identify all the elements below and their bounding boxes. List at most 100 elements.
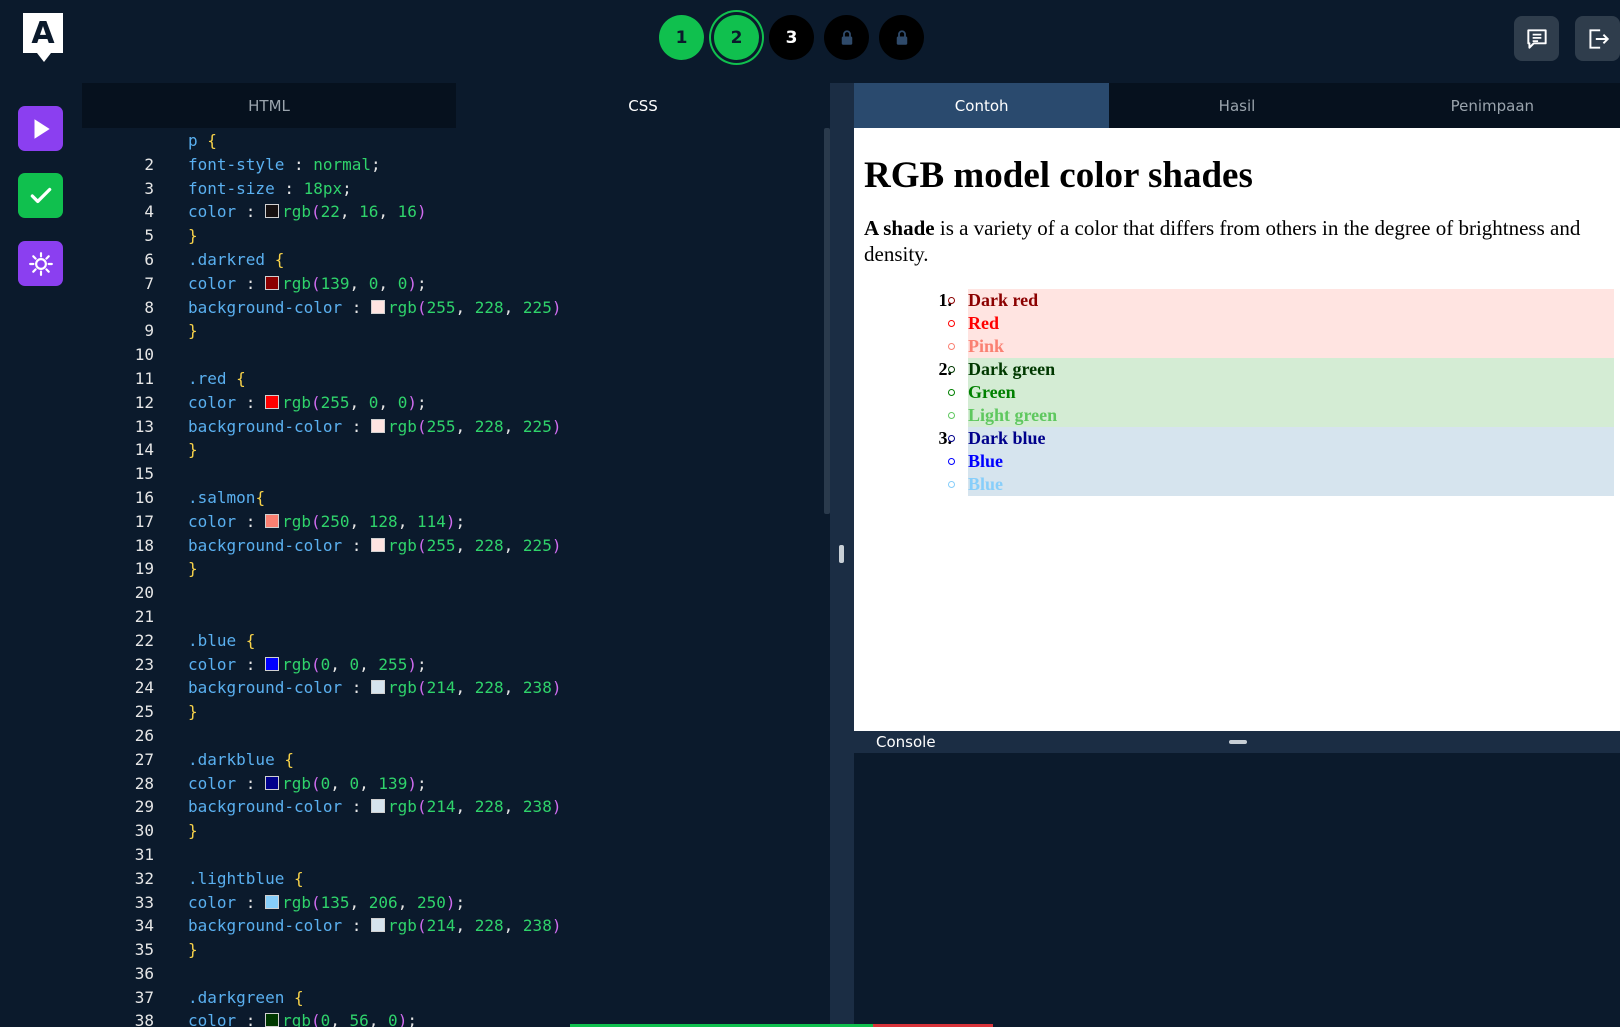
code-line[interactable]: 15 xyxy=(82,462,830,486)
code-line[interactable]: 19} xyxy=(82,557,830,581)
line-number: 2 xyxy=(144,154,154,174)
code-token: { xyxy=(274,249,285,269)
css-code-area[interactable]: p {2 font-style : normal; 3 font-size : 18p… xyxy=(82,129,830,1027)
step-1-button[interactable]: 1 xyxy=(659,15,704,60)
code-line[interactable]: 17 color : rgb(250, 128, 114); xyxy=(82,510,830,534)
code-line[interactable]: 30} xyxy=(82,819,830,843)
color-swatch[interactable] xyxy=(265,656,280,671)
code-line[interactable]: 7 color : rgb(139, 0, 0); xyxy=(82,272,830,296)
tab-hasil[interactable]: Hasil xyxy=(1109,83,1365,128)
color-swatch[interactable] xyxy=(371,799,386,814)
code-line[interactable]: 8 background-color : rgb(255, 228, 225) xyxy=(82,296,830,320)
color-swatch[interactable] xyxy=(371,418,386,433)
line-number: 23 xyxy=(134,654,154,674)
code-line[interactable]: 18 background-color : rgb(255, 228, 225) xyxy=(82,534,830,558)
color-swatch[interactable] xyxy=(371,918,386,933)
code-line[interactable]: 37 .darkgreen { xyxy=(82,986,830,1010)
shade-label: Green xyxy=(968,382,1016,402)
code-line[interactable]: 24 background-color : rgb(214, 228, 238) xyxy=(82,676,830,700)
code-line[interactable]: 26 xyxy=(82,724,830,748)
code-line[interactable]: 12 color : rgb(255, 0, 0); xyxy=(82,391,830,415)
code-line[interactable]: 9} xyxy=(82,319,830,343)
tab-html[interactable]: HTML xyxy=(82,83,456,128)
step-3-button[interactable]: 3 xyxy=(769,15,814,60)
line-source: .red { xyxy=(154,367,246,391)
code-line[interactable]: 33 color : rgb(135, 206, 250); xyxy=(82,891,830,915)
color-swatch[interactable] xyxy=(371,680,386,695)
code-token: .blue xyxy=(188,630,246,650)
chat-button[interactable] xyxy=(1514,16,1559,61)
color-swatch[interactable] xyxy=(371,537,386,552)
shade-item: Blue xyxy=(948,473,1614,496)
code-line[interactable]: 32 .lightblue { xyxy=(82,867,830,891)
code-line[interactable]: 14} xyxy=(82,438,830,462)
code-line[interactable]: 16 .salmon{ xyxy=(82,486,830,510)
step-5-locked[interactable] xyxy=(879,15,924,60)
code-token: 0 xyxy=(320,654,331,674)
code-line[interactable]: 25} xyxy=(82,700,830,724)
code-token: 228 xyxy=(474,916,504,936)
color-swatch[interactable] xyxy=(265,204,280,219)
code-line[interactable]: 3 font-size : 18px; xyxy=(82,177,830,201)
line-source: } xyxy=(154,938,198,962)
code-token: , xyxy=(503,416,523,436)
code-line[interactable]: 29 background-color : rgb(214, 228, 238) xyxy=(82,795,830,819)
code-token: rgb xyxy=(388,678,417,698)
color-swatch[interactable] xyxy=(265,394,280,409)
color-swatch[interactable] xyxy=(371,299,386,314)
color-swatch[interactable] xyxy=(265,275,280,290)
code-token: ) xyxy=(407,392,417,412)
code-token: : xyxy=(351,535,372,555)
code-line[interactable]: 21 xyxy=(82,605,830,629)
lock-icon xyxy=(896,29,907,45)
code-line[interactable]: 6 .darkred { xyxy=(82,248,830,272)
code-token: .red xyxy=(188,368,237,388)
code-line[interactable]: 31 xyxy=(82,843,830,867)
app-logo[interactable]: A xyxy=(23,13,63,62)
code-line[interactable]: 5} xyxy=(82,224,830,248)
circle-bullet-icon xyxy=(948,366,955,373)
code-line[interactable]: 2 font-style : normal; xyxy=(82,153,830,177)
code-token: color xyxy=(188,273,246,293)
tab-penimpaan[interactable]: Penimpaan xyxy=(1364,83,1620,128)
console-resize-handle[interactable] xyxy=(1229,740,1247,744)
code-line[interactable]: 35} xyxy=(82,938,830,962)
console-header[interactable]: Console xyxy=(854,731,1620,753)
code-line[interactable]: 23 color : rgb(0, 0, 255); xyxy=(82,653,830,677)
color-swatch[interactable] xyxy=(265,894,280,909)
group-box: Dark red Red Pink xyxy=(948,289,1614,358)
theme-toggle-button[interactable] xyxy=(18,241,63,286)
color-swatch[interactable] xyxy=(265,775,280,790)
step-2-button[interactable]: 2 xyxy=(714,15,759,60)
logout-button[interactable] xyxy=(1575,16,1620,61)
code-token: : xyxy=(245,202,266,222)
code-token: { xyxy=(293,868,304,888)
code-line[interactable]: 27 .darkblue { xyxy=(82,748,830,772)
code-token: , xyxy=(503,916,523,936)
line-source: } xyxy=(154,224,198,248)
code-line[interactable]: 34 background-color : rgb(214, 228, 238) xyxy=(82,914,830,938)
code-line[interactable]: 10 xyxy=(82,343,830,367)
shade-group: 2. Dark green Green Light green xyxy=(864,358,1614,427)
step-4-locked[interactable] xyxy=(824,15,869,60)
color-swatch[interactable] xyxy=(265,513,280,528)
color-swatch[interactable] xyxy=(265,1013,280,1027)
code-token: ( xyxy=(310,273,321,293)
code-line[interactable]: 20 xyxy=(82,581,830,605)
tab-contoh[interactable]: Contoh xyxy=(854,83,1110,128)
run-button[interactable] xyxy=(18,106,63,151)
shade-item: Green xyxy=(948,381,1614,404)
splitter-grip[interactable] xyxy=(839,545,844,563)
check-button[interactable] xyxy=(18,173,63,218)
code-line[interactable]: 28 color : rgb(0, 0, 139); xyxy=(82,772,830,796)
tab-css[interactable]: CSS xyxy=(456,83,830,128)
code-line[interactable]: 4 color : rgb(22, 16, 16) xyxy=(82,200,830,224)
code-line[interactable]: 22 .blue { xyxy=(82,629,830,653)
code-line[interactable]: 36 xyxy=(82,962,830,986)
code-line[interactable]: 13 background-color : rgb(255, 228, 225) xyxy=(82,415,830,439)
code-line[interactable]: p { xyxy=(82,129,830,153)
line-source: background-color : rgb(214, 228, 238) xyxy=(154,795,561,819)
code-token: background-color xyxy=(188,797,352,817)
pane-splitter[interactable] xyxy=(830,83,854,1027)
code-line[interactable]: 11 .red { xyxy=(82,367,830,391)
